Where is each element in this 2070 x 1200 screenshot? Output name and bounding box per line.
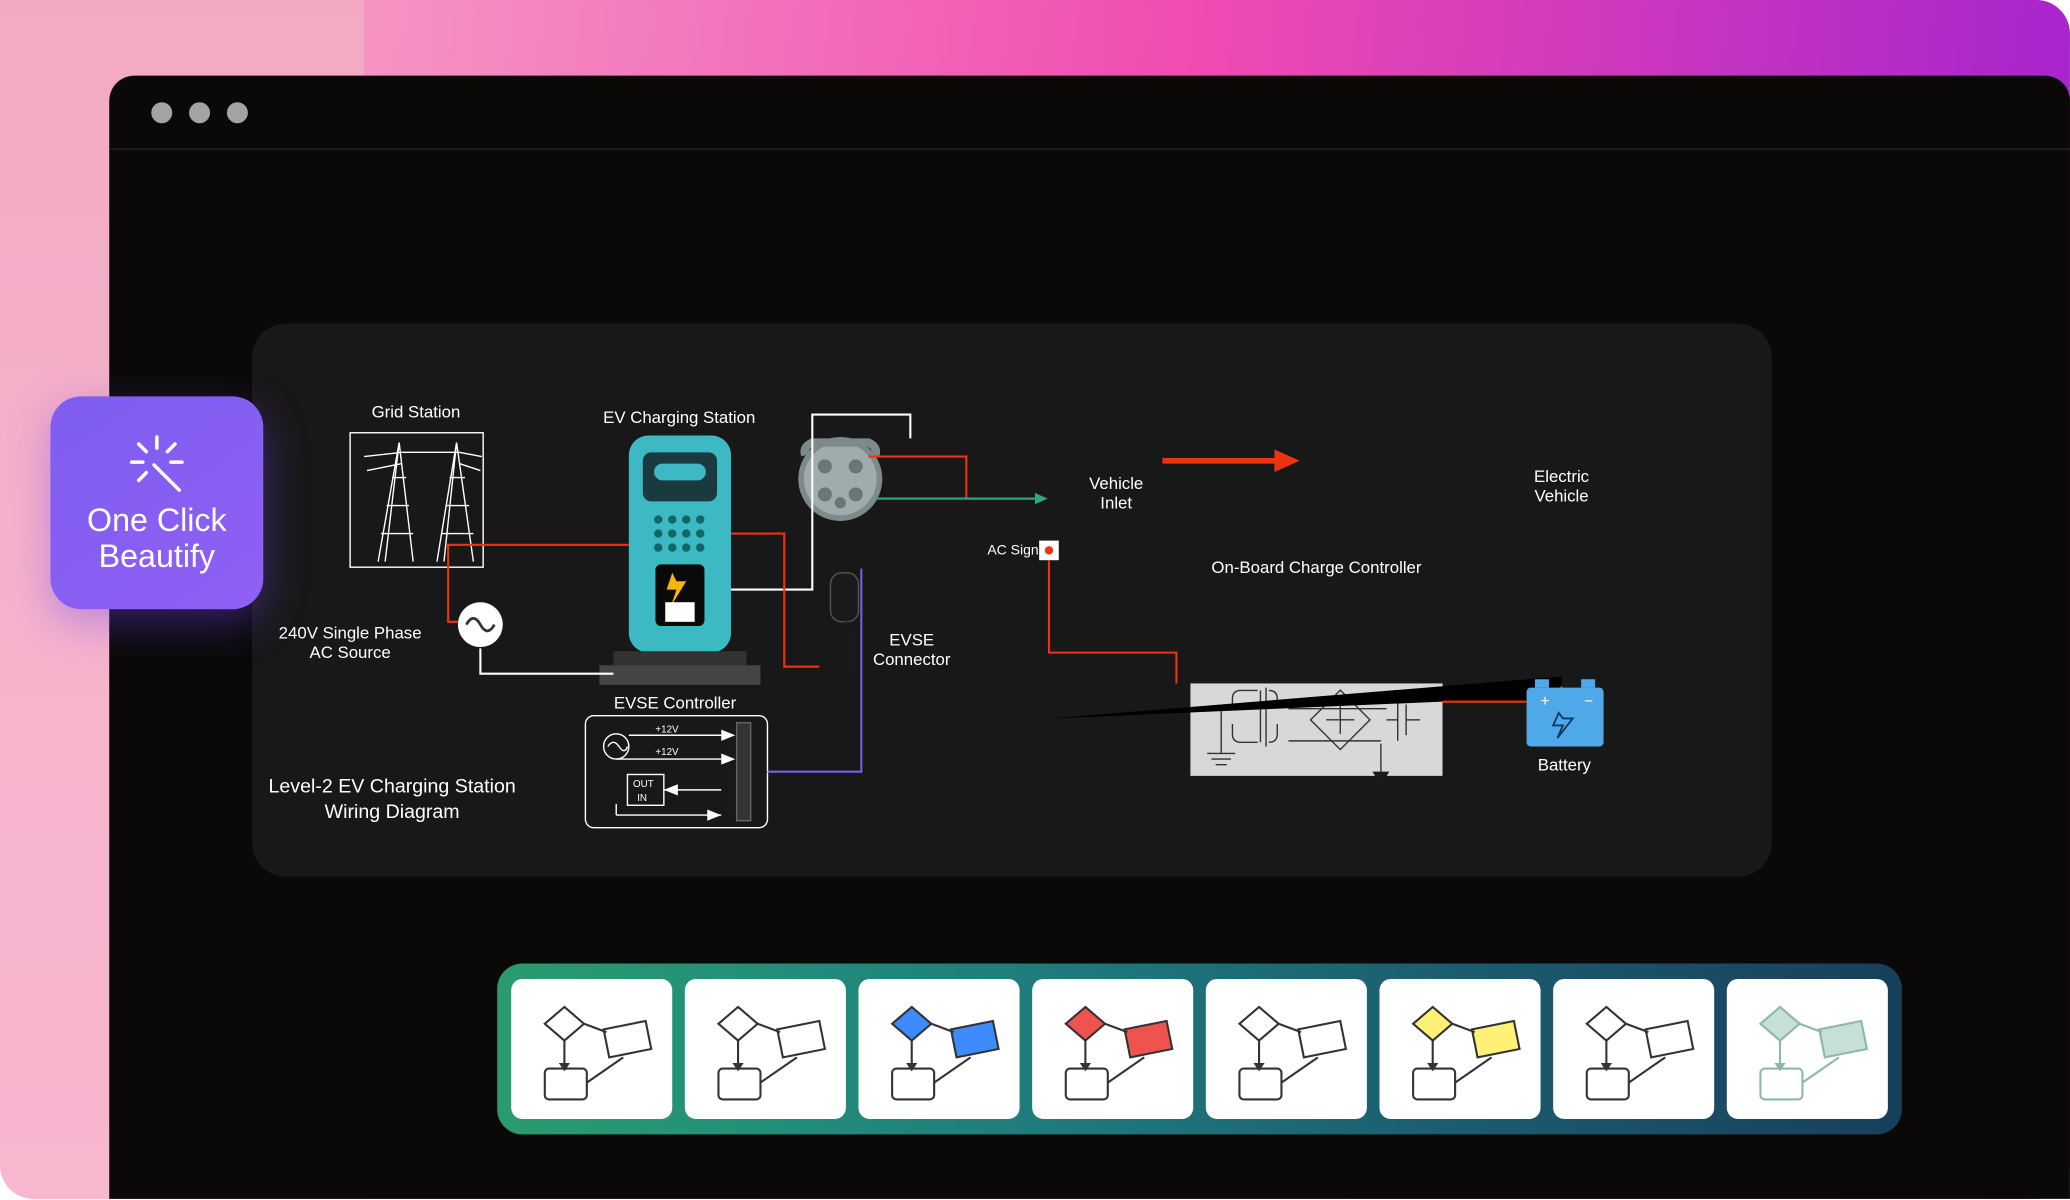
- diagram-title-1: Level-2 EV Charging Station: [269, 776, 516, 798]
- theme-swatch-outline[interactable]: [511, 979, 672, 1119]
- sparkle-wand-icon: [126, 431, 188, 493]
- svg-text:+12V: +12V: [655, 724, 679, 735]
- beautify-label: One Click Beautify: [87, 501, 227, 575]
- theme-swatch-blue[interactable]: [859, 979, 1020, 1119]
- traffic-light-minimize[interactable]: [189, 102, 210, 123]
- theme-palette: [497, 964, 1902, 1135]
- label-electric-vehicle-1: Electric: [1534, 467, 1589, 486]
- diagram-canvas[interactable]: Grid Station 240V Single Phase AC Source…: [252, 324, 1772, 877]
- wires: [448, 415, 1047, 772]
- theme-swatch-pale-green[interactable]: [1727, 979, 1888, 1119]
- svg-text:OUT: OUT: [633, 779, 654, 790]
- label-ev-charging-station: EV Charging Station: [603, 408, 755, 427]
- theme-swatch-yellow[interactable]: [1379, 979, 1540, 1119]
- label-grid-station: Grid Station: [372, 402, 461, 421]
- svg-text:+: +: [1541, 693, 1550, 710]
- ev-charging-station-icon: [599, 436, 760, 685]
- label-vehicle-inlet-2: Inlet: [1100, 493, 1132, 512]
- svg-text:−: −: [1584, 693, 1593, 710]
- one-click-beautify-button[interactable]: One Click Beautify: [50, 396, 263, 609]
- evse-controller-box: +12V +12V OUT IN: [585, 716, 767, 828]
- label-electric-vehicle-2: Vehicle: [1534, 486, 1588, 505]
- theme-swatch-outline-3[interactable]: [1206, 979, 1367, 1119]
- evse-cable-icon: [830, 573, 858, 681]
- theme-swatch-outline-2[interactable]: [685, 979, 846, 1119]
- theme-swatch-red[interactable]: [1032, 979, 1193, 1119]
- traffic-light-zoom[interactable]: [227, 102, 248, 123]
- connector-plug-icon: [798, 437, 882, 521]
- svg-text:IN: IN: [637, 793, 647, 804]
- battery-icon: + −: [1527, 679, 1604, 746]
- diagram-title-2: Wiring Diagram: [325, 801, 460, 823]
- label-vehicle-inlet-1: Vehicle: [1089, 474, 1143, 493]
- label-onboard-charge-controller: On-Board Charge Controller: [1211, 558, 1421, 577]
- window-titlebar: [109, 76, 2070, 150]
- theme-swatch-outline-4[interactable]: [1553, 979, 1714, 1119]
- traffic-light-close[interactable]: [151, 102, 172, 123]
- label-ac-source-1: 240V Single Phase: [279, 624, 422, 643]
- label-evse-controller: EVSE Controller: [614, 694, 737, 713]
- svg-text:+12V: +12V: [655, 747, 679, 758]
- label-evse-connector-1: EVSE: [889, 631, 934, 650]
- label-evse-connector-2: Connector: [873, 650, 951, 669]
- label-ac-source-2: AC Source: [310, 643, 391, 662]
- red-arrow-icon: [1162, 450, 1299, 472]
- label-battery: Battery: [1538, 755, 1592, 774]
- grid-station-icon: [350, 433, 483, 567]
